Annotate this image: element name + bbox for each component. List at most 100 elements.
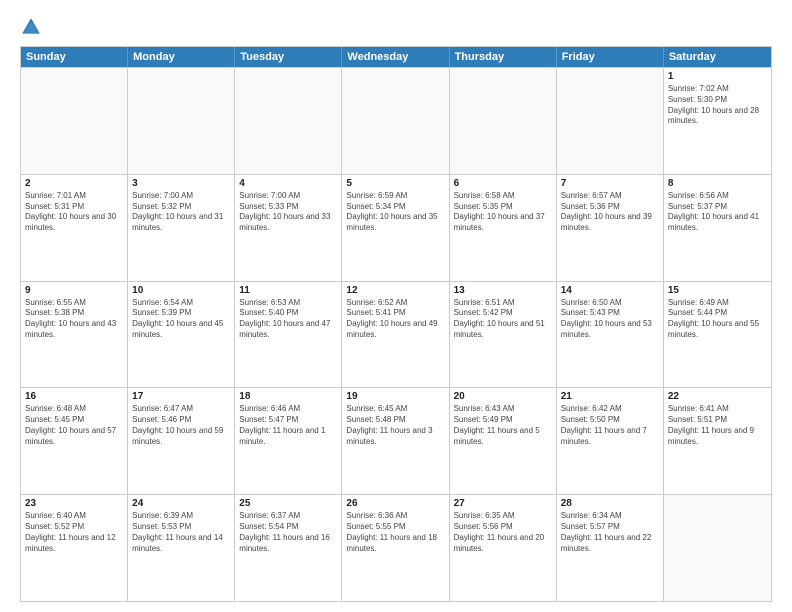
day-number: 17: [132, 391, 230, 402]
day-number: 28: [561, 498, 659, 509]
header: [20, 16, 772, 38]
calendar-empty-cell: [128, 68, 235, 174]
day-info: Sunrise: 6:48 AM Sunset: 5:45 PM Dayligh…: [25, 404, 123, 447]
day-info: Sunrise: 6:46 AM Sunset: 5:47 PM Dayligh…: [239, 404, 337, 447]
calendar-day-19: 19 Sunrise: 6:45 AM Sunset: 5:48 PM Dayli…: [342, 388, 449, 494]
day-info: Sunrise: 6:51 AM Sunset: 5:42 PM Dayligh…: [454, 298, 552, 341]
day-info: Sunrise: 6:54 AM Sunset: 5:39 PM Dayligh…: [132, 298, 230, 341]
calendar-empty-cell: [557, 68, 664, 174]
page: SundayMondayTuesdayWednesdayThursdayFrid…: [0, 0, 792, 612]
calendar-empty-cell: [450, 68, 557, 174]
day-info: Sunrise: 6:52 AM Sunset: 5:41 PM Dayligh…: [346, 298, 444, 341]
day-number: 18: [239, 391, 337, 402]
day-info: Sunrise: 6:41 AM Sunset: 5:51 PM Dayligh…: [668, 404, 767, 447]
calendar-day-27: 27Sunrise: 6:35 AM Sunset: 5:56 PM Dayli…: [450, 495, 557, 601]
calendar-row-4: 16 Sunrise: 6:48 AM Sunset: 5:45 PM Dayli…: [21, 387, 771, 494]
day-info: Sunrise: 6:56 AM Sunset: 5:37 PM Dayligh…: [668, 191, 767, 234]
calendar-day-18: 18 Sunrise: 6:46 AM Sunset: 5:47 PM Dayli…: [235, 388, 342, 494]
day-number: 5: [346, 178, 444, 189]
day-number: 12: [346, 285, 444, 296]
day-number: 27: [454, 498, 552, 509]
calendar-day-28: 28Sunrise: 6:34 AM Sunset: 5:57 PM Dayli…: [557, 495, 664, 601]
calendar-row-3: 9 Sunrise: 6:55 AM Sunset: 5:38 PM Daylig…: [21, 281, 771, 388]
calendar-day-26: 26 Sunrise: 6:36 AM Sunset: 5:55 PM Dayli…: [342, 495, 449, 601]
calendar-day-5: 5Sunrise: 6:59 AM Sunset: 5:34 PM Daylig…: [342, 175, 449, 281]
day-info: Sunrise: 6:36 AM Sunset: 5:55 PM Dayligh…: [346, 511, 444, 554]
day-number: 26: [346, 498, 444, 509]
day-info: Sunrise: 6:37 AM Sunset: 5:54 PM Dayligh…: [239, 511, 337, 554]
day-info: Sunrise: 6:50 AM Sunset: 5:43 PM Dayligh…: [561, 298, 659, 341]
calendar-day-2: 2 Sunrise: 7:01 AM Sunset: 5:31 PM Daylig…: [21, 175, 128, 281]
calendar-day-24: 24 Sunrise: 6:39 AM Sunset: 5:53 PM Dayli…: [128, 495, 235, 601]
day-info: Sunrise: 6:47 AM Sunset: 5:46 PM Dayligh…: [132, 404, 230, 447]
calendar-day-15: 15 Sunrise: 6:49 AM Sunset: 5:44 PM Dayli…: [664, 282, 771, 388]
calendar-day-4: 4 Sunrise: 7:00 AM Sunset: 5:33 PM Daylig…: [235, 175, 342, 281]
day-number: 22: [668, 391, 767, 402]
calendar-empty-cell: [342, 68, 449, 174]
header-day-monday: Monday: [128, 47, 235, 67]
calendar-row-1: 1 Sunrise: 7:02 AM Sunset: 5:30 PM Daylig…: [21, 67, 771, 174]
day-number: 24: [132, 498, 230, 509]
calendar-empty-cell: [235, 68, 342, 174]
calendar-day-6: 6 Sunrise: 6:58 AM Sunset: 5:35 PM Daylig…: [450, 175, 557, 281]
day-info: Sunrise: 6:42 AM Sunset: 5:50 PM Dayligh…: [561, 404, 659, 447]
day-info: Sunrise: 6:49 AM Sunset: 5:44 PM Dayligh…: [668, 298, 767, 341]
calendar-day-21: 21 Sunrise: 6:42 AM Sunset: 5:50 PM Dayli…: [557, 388, 664, 494]
day-number: 25: [239, 498, 337, 509]
day-info: Sunrise: 7:02 AM Sunset: 5:30 PM Dayligh…: [668, 84, 767, 127]
logo-icon: [20, 16, 42, 38]
calendar-day-22: 22 Sunrise: 6:41 AM Sunset: 5:51 PM Dayli…: [664, 388, 771, 494]
day-info: Sunrise: 7:00 AM Sunset: 5:32 PM Dayligh…: [132, 191, 230, 234]
calendar-day-10: 10Sunrise: 6:54 AM Sunset: 5:39 PM Dayli…: [128, 282, 235, 388]
day-info: Sunrise: 6:40 AM Sunset: 5:52 PM Dayligh…: [25, 511, 123, 554]
calendar-day-8: 8Sunrise: 6:56 AM Sunset: 5:37 PM Daylig…: [664, 175, 771, 281]
calendar-day-1: 1 Sunrise: 7:02 AM Sunset: 5:30 PM Daylig…: [664, 68, 771, 174]
day-info: Sunrise: 6:45 AM Sunset: 5:48 PM Dayligh…: [346, 404, 444, 447]
day-info: Sunrise: 7:00 AM Sunset: 5:33 PM Dayligh…: [239, 191, 337, 234]
calendar-day-3: 3Sunrise: 7:00 AM Sunset: 5:32 PM Daylig…: [128, 175, 235, 281]
calendar-day-14: 14 Sunrise: 6:50 AM Sunset: 5:43 PM Dayli…: [557, 282, 664, 388]
day-number: 11: [239, 285, 337, 296]
day-number: 2: [25, 178, 123, 189]
day-number: 7: [561, 178, 659, 189]
calendar-day-9: 9 Sunrise: 6:55 AM Sunset: 5:38 PM Daylig…: [21, 282, 128, 388]
header-day-sunday: Sunday: [21, 47, 128, 67]
calendar-day-25: 25 Sunrise: 6:37 AM Sunset: 5:54 PM Dayli…: [235, 495, 342, 601]
calendar-body: 1 Sunrise: 7:02 AM Sunset: 5:30 PM Daylig…: [21, 67, 771, 601]
calendar-row-5: 23 Sunrise: 6:40 AM Sunset: 5:52 PM Dayli…: [21, 494, 771, 601]
day-number: 23: [25, 498, 123, 509]
header-day-wednesday: Wednesday: [342, 47, 449, 67]
day-number: 21: [561, 391, 659, 402]
calendar-empty-cell: [21, 68, 128, 174]
calendar-day-11: 11 Sunrise: 6:53 AM Sunset: 5:40 PM Dayli…: [235, 282, 342, 388]
header-day-thursday: Thursday: [450, 47, 557, 67]
day-info: Sunrise: 6:55 AM Sunset: 5:38 PM Dayligh…: [25, 298, 123, 341]
header-day-friday: Friday: [557, 47, 664, 67]
calendar: SundayMondayTuesdayWednesdayThursdayFrid…: [20, 46, 772, 602]
day-number: 13: [454, 285, 552, 296]
calendar-day-23: 23 Sunrise: 6:40 AM Sunset: 5:52 PM Dayli…: [21, 495, 128, 601]
day-info: Sunrise: 6:43 AM Sunset: 5:49 PM Dayligh…: [454, 404, 552, 447]
calendar-day-12: 12 Sunrise: 6:52 AM Sunset: 5:41 PM Dayli…: [342, 282, 449, 388]
day-number: 19: [346, 391, 444, 402]
calendar-day-7: 7 Sunrise: 6:57 AM Sunset: 5:36 PM Daylig…: [557, 175, 664, 281]
day-number: 14: [561, 285, 659, 296]
day-info: Sunrise: 6:58 AM Sunset: 5:35 PM Dayligh…: [454, 191, 552, 234]
day-number: 9: [25, 285, 123, 296]
day-number: 1: [668, 71, 767, 82]
day-info: Sunrise: 7:01 AM Sunset: 5:31 PM Dayligh…: [25, 191, 123, 234]
day-number: 16: [25, 391, 123, 402]
calendar-header: SundayMondayTuesdayWednesdayThursdayFrid…: [21, 47, 771, 67]
header-day-saturday: Saturday: [664, 47, 771, 67]
day-info: Sunrise: 6:39 AM Sunset: 5:53 PM Dayligh…: [132, 511, 230, 554]
day-info: Sunrise: 6:53 AM Sunset: 5:40 PM Dayligh…: [239, 298, 337, 341]
header-day-tuesday: Tuesday: [235, 47, 342, 67]
calendar-day-17: 17 Sunrise: 6:47 AM Sunset: 5:46 PM Dayli…: [128, 388, 235, 494]
calendar-row-2: 2 Sunrise: 7:01 AM Sunset: 5:31 PM Daylig…: [21, 174, 771, 281]
day-number: 20: [454, 391, 552, 402]
calendar-day-16: 16 Sunrise: 6:48 AM Sunset: 5:45 PM Dayli…: [21, 388, 128, 494]
day-number: 15: [668, 285, 767, 296]
day-number: 6: [454, 178, 552, 189]
day-number: 4: [239, 178, 337, 189]
day-info: Sunrise: 6:57 AM Sunset: 5:36 PM Dayligh…: [561, 191, 659, 234]
